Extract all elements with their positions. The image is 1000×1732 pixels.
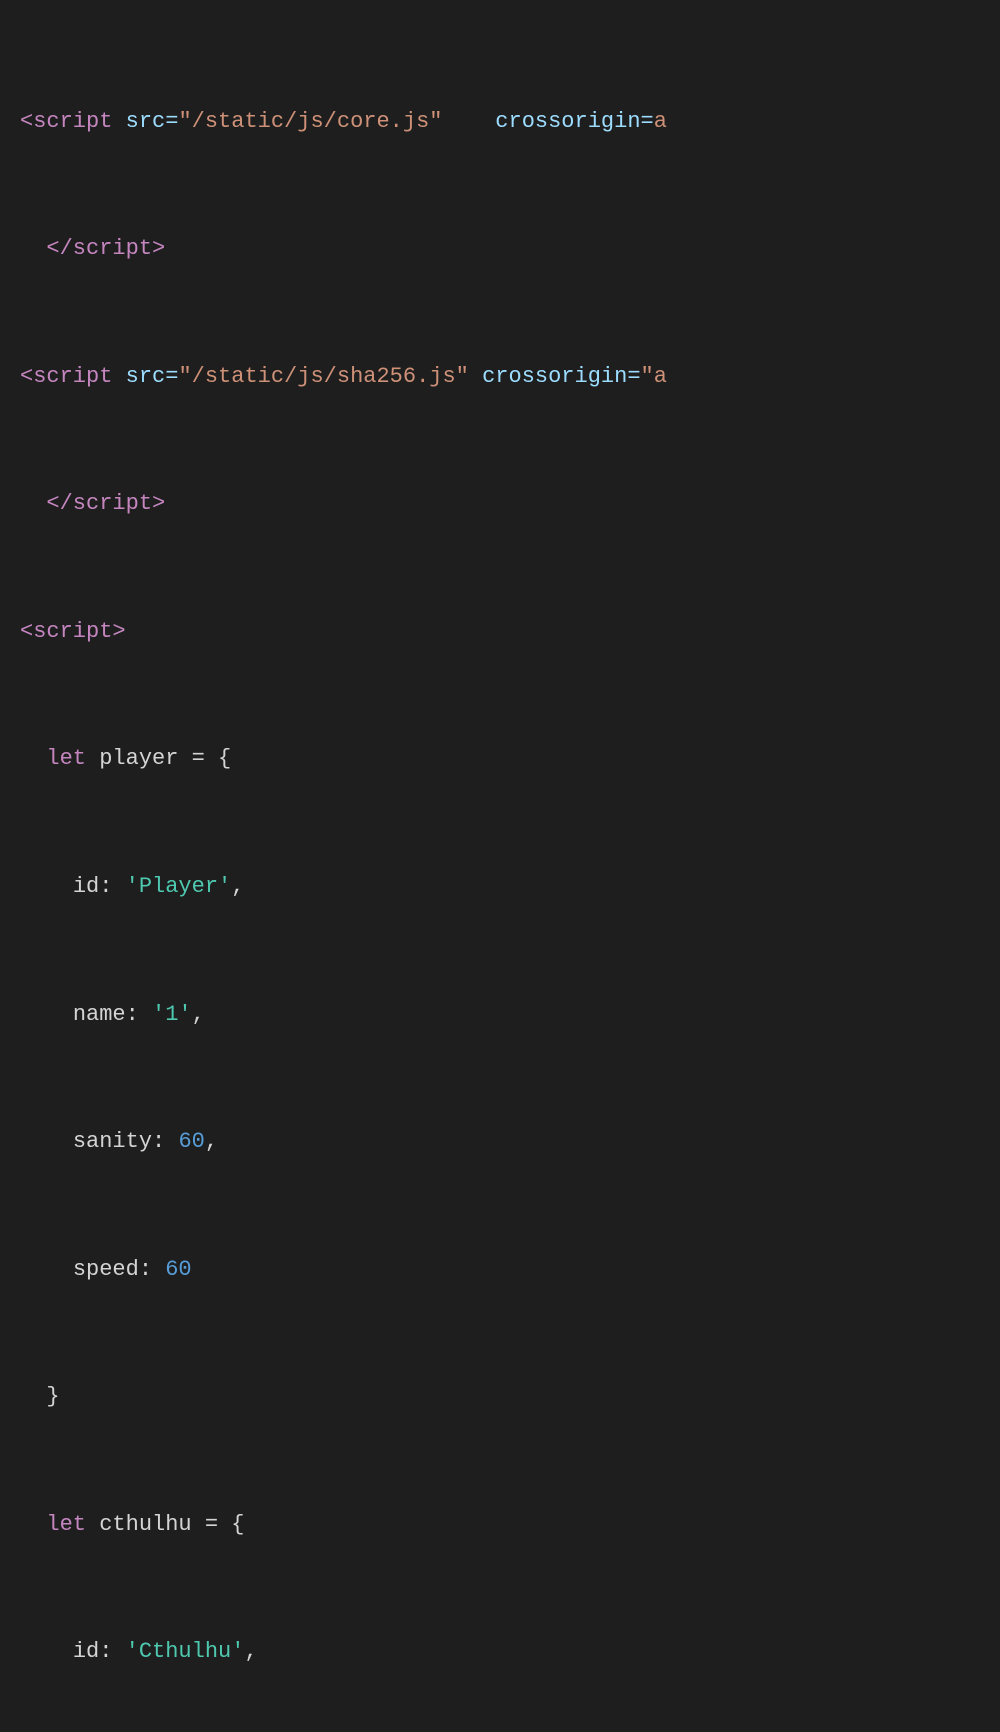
code-line: <script src="/static/js/core.js" crossor… xyxy=(20,106,980,138)
code-line: let player = { xyxy=(20,743,980,775)
code-line: </script> xyxy=(20,233,980,265)
code-line: } xyxy=(20,1381,980,1413)
code-line: name: '1', xyxy=(20,999,980,1031)
code-line: sanity: 60, xyxy=(20,1126,980,1158)
code-line: </script> xyxy=(20,488,980,520)
code-line: id: 'Player', xyxy=(20,871,980,903)
code-line: speed: 60 xyxy=(20,1254,980,1286)
code-line: <script> xyxy=(20,616,980,648)
code-line: id: 'Cthulhu', xyxy=(20,1636,980,1668)
code-editor: <script src="/static/js/core.js" crossor… xyxy=(0,0,1000,1732)
code-line: let cthulhu = { xyxy=(20,1509,980,1541)
code-line: <script src="/static/js/sha256.js" cross… xyxy=(20,361,980,393)
